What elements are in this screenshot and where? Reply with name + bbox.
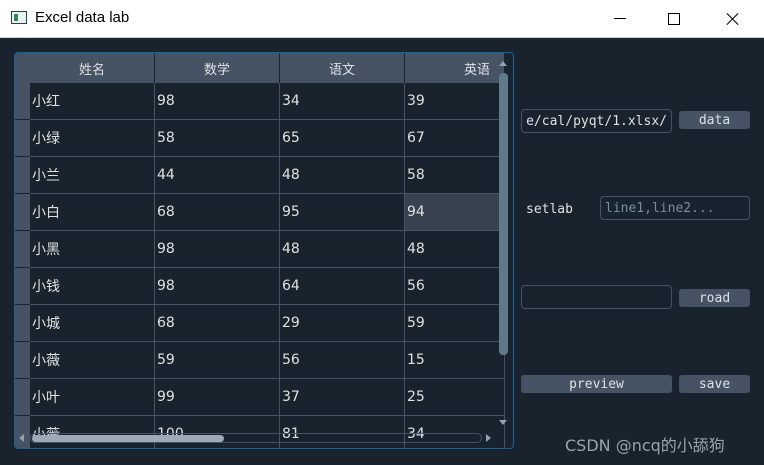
row-header[interactable] bbox=[15, 416, 30, 448]
column-header[interactable]: 数学 bbox=[155, 53, 280, 83]
table-cell[interactable]: 小绿 bbox=[30, 120, 155, 157]
row-header[interactable] bbox=[15, 194, 30, 231]
table-cell[interactable]: 小钱 bbox=[30, 268, 155, 305]
table-cell[interactable]: 34 bbox=[280, 83, 405, 120]
table-cell[interactable]: 小红 bbox=[30, 83, 155, 120]
setlab-label: setlab bbox=[526, 202, 573, 217]
close-button[interactable] bbox=[710, 0, 756, 37]
file-path-input[interactable] bbox=[521, 109, 672, 133]
table-cell[interactable]: 小白 bbox=[30, 194, 155, 231]
row-header[interactable] bbox=[15, 342, 30, 379]
table-cell[interactable]: 98 bbox=[155, 83, 280, 120]
table-cell[interactable]: 98 bbox=[155, 231, 280, 268]
table-cell[interactable]: 59 bbox=[155, 342, 280, 379]
scroll-down-arrow-icon[interactable] bbox=[499, 420, 507, 425]
table-cell[interactable]: 58 bbox=[405, 157, 505, 194]
table-cell[interactable]: 56 bbox=[280, 342, 405, 379]
table-cell[interactable]: 98 bbox=[155, 268, 280, 305]
scroll-right-arrow-icon[interactable] bbox=[486, 434, 491, 442]
table-cell[interactable]: 小兰 bbox=[30, 157, 155, 194]
table-cell[interactable]: 29 bbox=[280, 305, 405, 342]
data-button[interactable]: data bbox=[679, 111, 750, 129]
scroll-up-arrow-icon[interactable] bbox=[499, 61, 507, 66]
table-cell[interactable]: 44 bbox=[155, 157, 280, 194]
table-cell[interactable]: 94 bbox=[405, 194, 505, 231]
preview-button[interactable]: preview bbox=[521, 375, 672, 393]
minimize-icon bbox=[614, 18, 626, 19]
table-cell[interactable]: 95 bbox=[280, 194, 405, 231]
table-cell[interactable]: 65 bbox=[280, 120, 405, 157]
table-cell[interactable]: 48 bbox=[405, 231, 505, 268]
watermark-text: CSDN @ncq的小舔狗 bbox=[565, 436, 725, 455]
window-title: Excel data lab bbox=[35, 9, 130, 26]
table-cell[interactable]: 68 bbox=[155, 305, 280, 342]
table-cell[interactable]: 48 bbox=[280, 157, 405, 194]
save-button[interactable]: save bbox=[679, 375, 750, 393]
table-cell[interactable]: 59 bbox=[405, 305, 505, 342]
maximize-button[interactable] bbox=[651, 0, 697, 37]
road-input[interactable] bbox=[521, 285, 672, 309]
setlab-input[interactable] bbox=[600, 196, 750, 220]
table-cell[interactable]: 48 bbox=[280, 231, 405, 268]
table-cell[interactable]: 37 bbox=[280, 379, 405, 416]
table-cell[interactable]: 15 bbox=[405, 342, 505, 379]
maximize-icon bbox=[668, 12, 680, 25]
table-cell[interactable]: 小黑 bbox=[30, 231, 155, 268]
row-header[interactable] bbox=[15, 157, 30, 194]
table-cell[interactable]: 58 bbox=[155, 120, 280, 157]
app-icon bbox=[11, 11, 27, 24]
table-cell[interactable]: 56 bbox=[405, 268, 505, 305]
row-header[interactable] bbox=[15, 379, 30, 416]
table-cell[interactable]: 99 bbox=[155, 379, 280, 416]
row-header[interactable] bbox=[15, 120, 30, 157]
column-header[interactable]: 语文 bbox=[280, 53, 405, 83]
title-bar: Excel data lab bbox=[0, 0, 764, 38]
table-cell[interactable]: 小叶 bbox=[30, 379, 155, 416]
road-button[interactable]: road bbox=[679, 289, 750, 307]
close-icon bbox=[726, 12, 740, 26]
table-corner-button[interactable] bbox=[15, 53, 30, 83]
horizontal-scroll-handle[interactable] bbox=[32, 435, 224, 442]
table-cell[interactable]: 64 bbox=[280, 268, 405, 305]
table-cell[interactable]: 68 bbox=[155, 194, 280, 231]
row-header[interactable] bbox=[15, 231, 30, 268]
row-header[interactable] bbox=[15, 83, 30, 120]
table-cell[interactable]: 25 bbox=[405, 379, 505, 416]
scroll-left-arrow-icon[interactable] bbox=[19, 434, 24, 442]
row-header[interactable] bbox=[15, 268, 30, 305]
vertical-scroll-handle[interactable] bbox=[499, 73, 508, 355]
table-cell[interactable]: 67 bbox=[405, 120, 505, 157]
column-header[interactable]: 英语 bbox=[405, 53, 505, 83]
table-cell[interactable]: 小城 bbox=[30, 305, 155, 342]
table-cell[interactable]: 小薇 bbox=[30, 342, 155, 379]
minimize-button[interactable] bbox=[597, 0, 643, 37]
row-header[interactable] bbox=[15, 305, 30, 342]
column-header[interactable]: 姓名 bbox=[30, 53, 155, 83]
table-cell[interactable]: 39 bbox=[405, 83, 505, 120]
data-table[interactable]: 姓名 数学 语文 英语 小红 98 34 39 小绿 58 65 67 小兰 44 48 58 小白 68 95 94… bbox=[14, 52, 514, 449]
